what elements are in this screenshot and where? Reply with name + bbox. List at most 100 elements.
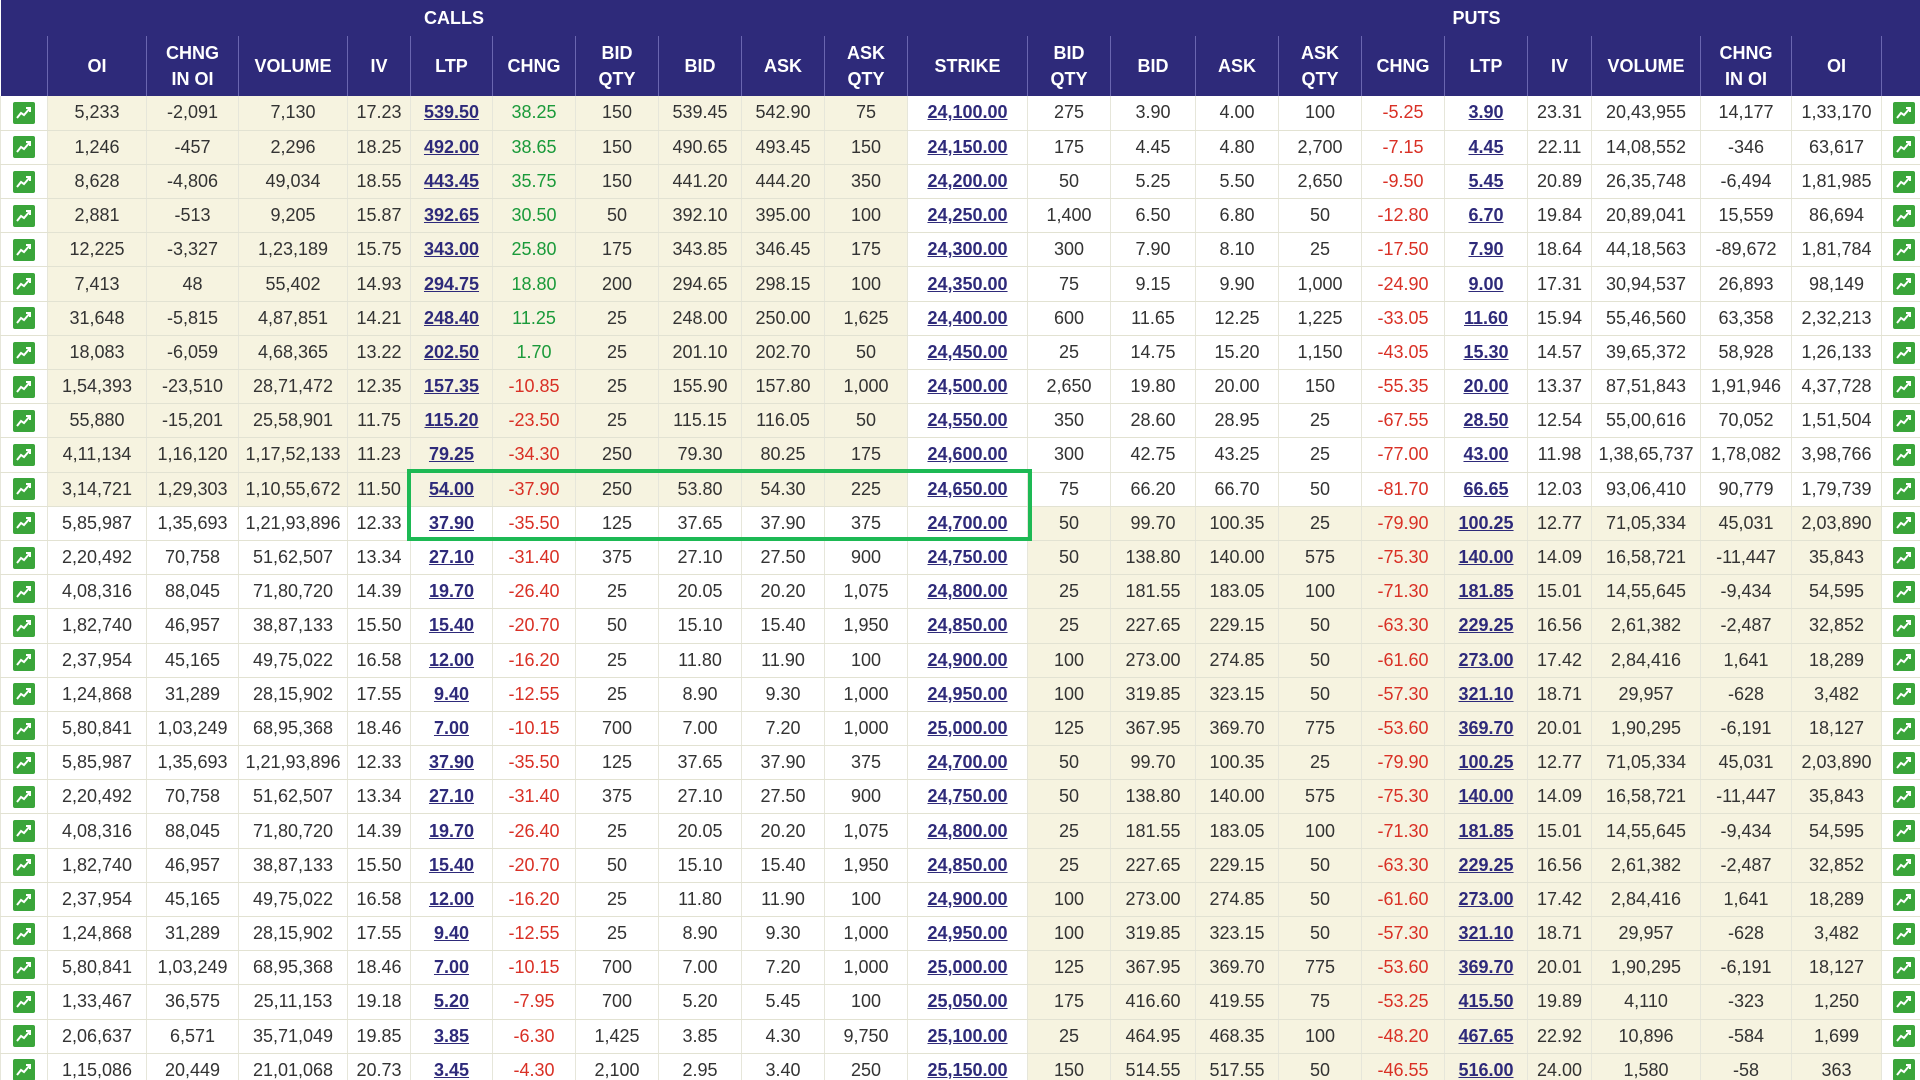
calls-ltp-link[interactable]: 9.40 (434, 923, 469, 943)
line-chart-icon[interactable] (1892, 204, 1915, 227)
strike-link[interactable]: 24,900.00 (927, 650, 1007, 670)
calls-ltp-link[interactable]: 115.20 (424, 410, 478, 430)
strike-link[interactable]: 25,000.00 (927, 957, 1007, 977)
calls-ltp-link[interactable]: 27.10 (429, 786, 474, 806)
line-chart-icon[interactable] (1892, 956, 1915, 979)
puts-ltp-link[interactable]: 369.70 (1458, 957, 1513, 977)
line-chart-icon[interactable] (13, 888, 35, 911)
strike-link[interactable]: 25,100.00 (927, 1026, 1007, 1046)
strike-link[interactable]: 24,850.00 (927, 855, 1007, 875)
puts-ltp-link[interactable]: 140.00 (1458, 786, 1513, 806)
line-chart-icon[interactable] (13, 273, 35, 296)
strike-link[interactable]: 24,450.00 (927, 342, 1007, 362)
calls-ltp-link[interactable]: 9.40 (434, 684, 469, 704)
line-chart-icon[interactable] (13, 136, 35, 159)
calls-ltp-link[interactable]: 3.85 (434, 1026, 469, 1046)
line-chart-icon[interactable] (1892, 101, 1915, 124)
line-chart-icon[interactable] (1892, 820, 1915, 843)
calls-ltp-link[interactable]: 248.40 (424, 308, 479, 328)
calls-ltp-link[interactable]: 3.45 (434, 1060, 469, 1080)
line-chart-icon[interactable] (13, 956, 35, 979)
line-chart-icon[interactable] (13, 785, 35, 808)
strike-link[interactable]: 24,500.00 (927, 376, 1007, 396)
calls-ltp-link[interactable]: 157.35 (424, 376, 479, 396)
line-chart-icon[interactable] (13, 546, 35, 569)
strike-link[interactable]: 24,350.00 (927, 274, 1007, 294)
strike-link[interactable]: 24,200.00 (927, 171, 1007, 191)
puts-ltp-link[interactable]: 28.50 (1463, 410, 1508, 430)
puts-ltp-link[interactable]: 11.60 (1464, 308, 1508, 328)
strike-link[interactable]: 24,400.00 (927, 308, 1007, 328)
line-chart-icon[interactable] (13, 238, 35, 261)
line-chart-icon[interactable] (1892, 375, 1915, 398)
puts-ltp-link[interactable]: 181.85 (1458, 581, 1513, 601)
strike-link[interactable]: 25,050.00 (927, 991, 1007, 1011)
line-chart-icon[interactable] (13, 1025, 35, 1048)
calls-ltp-link[interactable]: 79.25 (429, 444, 474, 464)
strike-link[interactable]: 24,850.00 (927, 615, 1007, 635)
strike-link[interactable]: 24,300.00 (927, 239, 1007, 259)
puts-ltp-link[interactable]: 43.00 (1463, 444, 1508, 464)
line-chart-icon[interactable] (1892, 683, 1915, 706)
puts-ltp-link[interactable]: 20.00 (1463, 376, 1508, 396)
line-chart-icon[interactable] (13, 751, 35, 774)
line-chart-icon[interactable] (13, 922, 35, 945)
line-chart-icon[interactable] (1892, 922, 1915, 945)
puts-ltp-link[interactable]: 181.85 (1458, 821, 1513, 841)
calls-ltp-link[interactable]: 539.50 (424, 102, 479, 122)
puts-ltp-link[interactable]: 273.00 (1458, 889, 1513, 909)
puts-ltp-link[interactable]: 100.25 (1458, 752, 1513, 772)
calls-ltp-link[interactable]: 343.00 (424, 239, 479, 259)
line-chart-icon[interactable] (1892, 991, 1915, 1014)
calls-ltp-link[interactable]: 492.00 (424, 137, 479, 157)
puts-ltp-link[interactable]: 7.90 (1468, 239, 1503, 259)
line-chart-icon[interactable] (1892, 751, 1915, 774)
puts-ltp-link[interactable]: 321.10 (1458, 923, 1513, 943)
line-chart-icon[interactable] (1892, 341, 1915, 364)
calls-ltp-link[interactable]: 19.70 (429, 581, 474, 601)
line-chart-icon[interactable] (1892, 444, 1915, 467)
line-chart-icon[interactable] (1892, 785, 1915, 808)
line-chart-icon[interactable] (1892, 888, 1915, 911)
strike-link[interactable]: 24,250.00 (927, 205, 1007, 225)
puts-ltp-link[interactable]: 467.65 (1458, 1026, 1513, 1046)
puts-ltp-link[interactable]: 516.00 (1458, 1060, 1513, 1080)
calls-ltp-link[interactable]: 12.00 (429, 650, 474, 670)
calls-ltp-link[interactable]: 7.00 (434, 718, 469, 738)
line-chart-icon[interactable] (1892, 273, 1915, 296)
puts-ltp-link[interactable]: 140.00 (1458, 547, 1513, 567)
calls-ltp-link[interactable]: 27.10 (429, 547, 474, 567)
line-chart-icon[interactable] (1892, 854, 1915, 877)
line-chart-icon[interactable] (1892, 409, 1915, 432)
calls-ltp-link[interactable]: 12.00 (429, 889, 474, 909)
line-chart-icon[interactable] (13, 170, 35, 193)
calls-ltp-link[interactable]: 7.00 (434, 957, 469, 977)
strike-link[interactable]: 24,900.00 (927, 889, 1007, 909)
line-chart-icon[interactable] (13, 854, 35, 877)
line-chart-icon[interactable] (1892, 238, 1915, 261)
line-chart-icon[interactable] (13, 683, 35, 706)
calls-ltp-link[interactable]: 15.40 (429, 615, 474, 635)
strike-link[interactable]: 24,100.00 (927, 102, 1007, 122)
calls-ltp-link[interactable]: 392.65 (424, 205, 479, 225)
puts-ltp-link[interactable]: 100.25 (1458, 513, 1513, 533)
line-chart-icon[interactable] (1892, 580, 1915, 603)
line-chart-icon[interactable] (13, 307, 35, 330)
line-chart-icon[interactable] (1892, 615, 1915, 638)
puts-ltp-link[interactable]: 273.00 (1458, 650, 1513, 670)
strike-link[interactable]: 24,800.00 (927, 821, 1007, 841)
line-chart-icon[interactable] (1892, 1059, 1915, 1080)
puts-ltp-link[interactable]: 4.45 (1468, 137, 1503, 157)
strike-link[interactable]: 24,700.00 (927, 752, 1007, 772)
line-chart-icon[interactable] (13, 1059, 35, 1080)
strike-link[interactable]: 25,000.00 (927, 718, 1007, 738)
line-chart-icon[interactable] (1892, 717, 1915, 740)
calls-ltp-link[interactable]: 15.40 (429, 855, 474, 875)
puts-ltp-link[interactable]: 415.50 (1458, 991, 1513, 1011)
line-chart-icon[interactable] (13, 409, 35, 432)
strike-link[interactable]: 24,550.00 (927, 410, 1007, 430)
line-chart-icon[interactable] (13, 375, 35, 398)
line-chart-icon[interactable] (13, 341, 35, 364)
line-chart-icon[interactable] (13, 615, 35, 638)
puts-ltp-link[interactable]: 229.25 (1458, 615, 1513, 635)
